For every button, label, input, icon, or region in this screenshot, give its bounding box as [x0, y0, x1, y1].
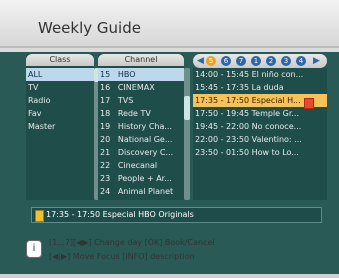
day-selector: ◀ 5 6 7 1 2 3 4 ▶ — [193, 54, 327, 68]
day-button[interactable]: 1 — [251, 56, 261, 66]
channel-name: History Cha... — [117, 122, 173, 131]
channel-number: 22 — [100, 161, 111, 170]
title-bar: Weekly Guide — [0, 0, 339, 48]
channel-number: 24 — [100, 187, 111, 196]
day-button[interactable]: 2 — [266, 56, 276, 66]
channel-row[interactable]: 16 CINEMAX — [98, 81, 184, 94]
schedule-row[interactable]: 19:45 - 22:00 No conoce... — [193, 120, 327, 133]
class-item-all[interactable]: ALL — [26, 68, 94, 81]
help-line-1: [1...7][◀▶] Change day [OK] Book/Cancel — [49, 238, 215, 247]
channel-row[interactable]: 18 Rede TV — [98, 107, 184, 120]
channel-number: 18 — [100, 109, 111, 118]
program-info-icon — [35, 210, 44, 222]
schedule-row[interactable]: 15:45 - 17:35 La duda — [193, 81, 327, 94]
channel-number: 15 — [100, 70, 111, 79]
schedule-row[interactable]: 14:00 - 15:45 El niño con... — [193, 68, 327, 81]
channel-row[interactable]: 20 National Ge... — [98, 133, 184, 146]
schedule-row[interactable]: 23:50 - 01:50 How to Lo... — [193, 146, 327, 159]
day-button[interactable]: 7 — [236, 56, 246, 66]
channel-pane-header: Channel — [98, 54, 184, 66]
class-item-master[interactable]: Master — [26, 120, 94, 133]
weekly-guide-screen: Weekly Guide Class ALL TV Radio Fav Mast… — [0, 0, 339, 278]
channel-number: 23 — [100, 174, 111, 183]
channel-row[interactable]: 17 TVS — [98, 94, 184, 107]
channel-scroll-thumb[interactable] — [184, 96, 190, 120]
channel-name: National Ge... — [117, 135, 173, 144]
channel-name: Rede TV — [117, 109, 151, 118]
status-bar: 17:35 - 17:50 Especial HBO Originals — [31, 207, 322, 223]
class-item-radio[interactable]: Radio — [26, 94, 94, 107]
channel-number: 17 — [100, 96, 111, 105]
class-item-tv[interactable]: TV — [26, 81, 94, 94]
info-icon: i — [26, 240, 42, 258]
day-next-arrow-icon[interactable]: ▶ — [313, 56, 320, 66]
recording-mark-icon — [304, 98, 314, 109]
title-divider — [0, 46, 339, 48]
help-line-2: [◀|▶] Move Focus [INFO] description — [49, 252, 195, 261]
channel-row[interactable]: 24 Animal Planet — [98, 185, 184, 198]
channel-name: HBO — [117, 70, 136, 79]
day-button[interactable]: 3 — [281, 56, 291, 66]
channel-number: 21 — [100, 148, 111, 157]
channel-name: Discovery C... — [117, 148, 174, 157]
channel-pane: Channel 15 HBO 16 CINEMAX 17 TVS 18 Rede… — [98, 54, 190, 200]
channel-name: People + Ar... — [117, 174, 172, 183]
class-pane-header: Class — [26, 54, 94, 66]
channel-scrollbar[interactable] — [184, 68, 190, 200]
channel-name: TVS — [117, 96, 134, 105]
channel-number: 16 — [100, 83, 111, 92]
channel-row[interactable]: 22 Cinecanal — [98, 159, 184, 172]
day-button[interactable]: 6 — [221, 56, 231, 66]
schedule-row[interactable]: 22:00 - 23:50 Valentino: ... — [193, 133, 327, 146]
class-item-fav[interactable]: Fav — [26, 107, 94, 120]
channel-row[interactable]: 23 People + Ar... — [98, 172, 184, 185]
channel-name: Cinecanal — [117, 161, 158, 170]
day-button[interactable]: 5 — [206, 56, 216, 66]
channel-number: 20 — [100, 135, 111, 144]
day-button[interactable]: 4 — [296, 56, 306, 66]
status-text: 17:35 - 17:50 Especial HBO Originals — [46, 210, 194, 219]
channel-row[interactable]: 19 History Cha... — [98, 120, 184, 133]
channel-name: CINEMAX — [117, 83, 155, 92]
help-bar: i [1...7][◀▶] Change day [OK] Book/Cance… — [26, 236, 326, 266]
channel-name: Animal Planet — [117, 187, 174, 196]
class-pane: Class ALL TV Radio Fav Master — [26, 54, 100, 200]
schedule-pane: 14:00 - 15:45 El niño con... 15:45 - 17:… — [193, 68, 327, 200]
page-title: Weekly Guide — [38, 19, 141, 37]
channel-row[interactable]: 15 HBO — [98, 68, 184, 81]
channel-number: 19 — [100, 122, 111, 131]
day-prev-arrow-icon[interactable]: ◀ — [197, 56, 204, 66]
channel-row[interactable]: 21 Discovery C... — [98, 146, 184, 159]
